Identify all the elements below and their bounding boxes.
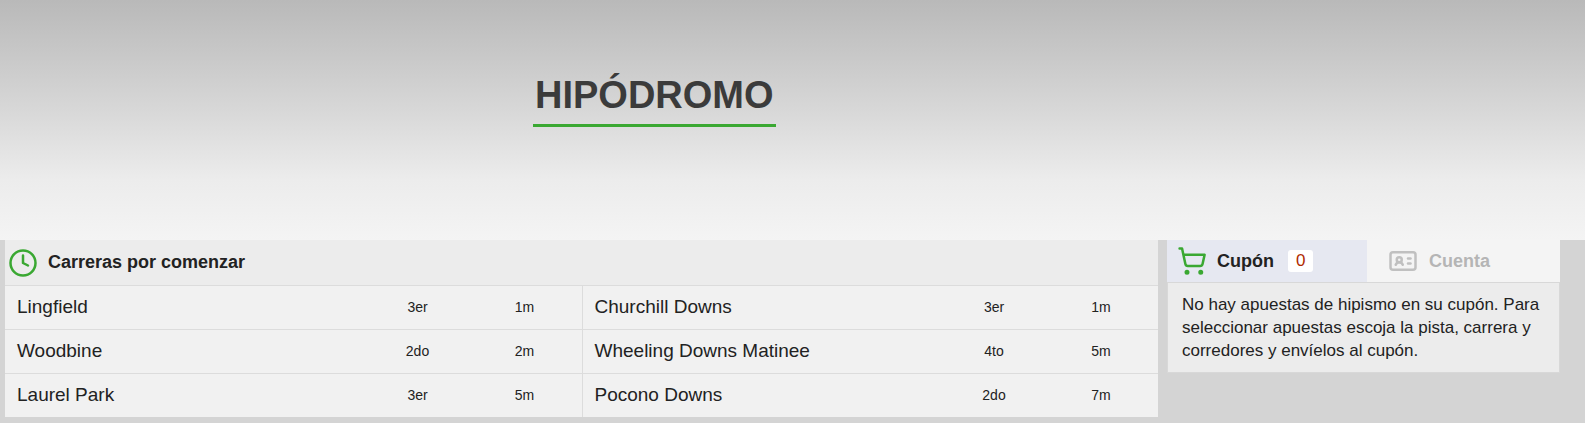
race-row[interactable]: Wheeling Downs Matinee4to5m <box>582 329 1159 373</box>
tab[interactable]: Cuenta <box>1367 240 1560 282</box>
race-row[interactable]: Churchill Downs3er1m <box>582 285 1159 329</box>
coupon-message: No hay apuestas de hipismo en su cupón. … <box>1167 282 1560 373</box>
races-grid: Lingfield3er1mChurchill Downs3er1mWoodbi… <box>5 285 1158 417</box>
race-row[interactable]: Pocono Downs2do7m <box>582 373 1159 417</box>
coupon-tabs: Cupón0Cuenta <box>1167 240 1560 282</box>
page-title: HIPÓDROMO <box>533 72 776 127</box>
account-card-icon <box>1387 246 1419 276</box>
cart-icon <box>1177 246 1207 276</box>
panel-header: Carreras por comenzar <box>5 240 1158 285</box>
race-row[interactable]: Laurel Park3er5m <box>5 373 582 417</box>
hero-banner: HIPÓDROMO <box>0 0 1585 240</box>
clock-icon <box>8 248 38 278</box>
race-row[interactable]: Lingfield3er1m <box>5 285 582 329</box>
page: HIPÓDROMO Carreras por comenzarLingfield3… <box>0 0 1585 423</box>
coupon-count-badge: 0 <box>1288 250 1313 272</box>
upcoming-races-panel: Carreras por comenzarLingfield3er1mChurc… <box>5 240 1158 417</box>
race-row[interactable]: Woodbine2do2m <box>5 329 582 373</box>
title-underline <box>533 124 776 127</box>
tab[interactable]: Cupón0 <box>1167 240 1367 282</box>
coupon-panel: Cupón0CuentaNo hay apuestas de hipismo e… <box>1167 240 1560 373</box>
